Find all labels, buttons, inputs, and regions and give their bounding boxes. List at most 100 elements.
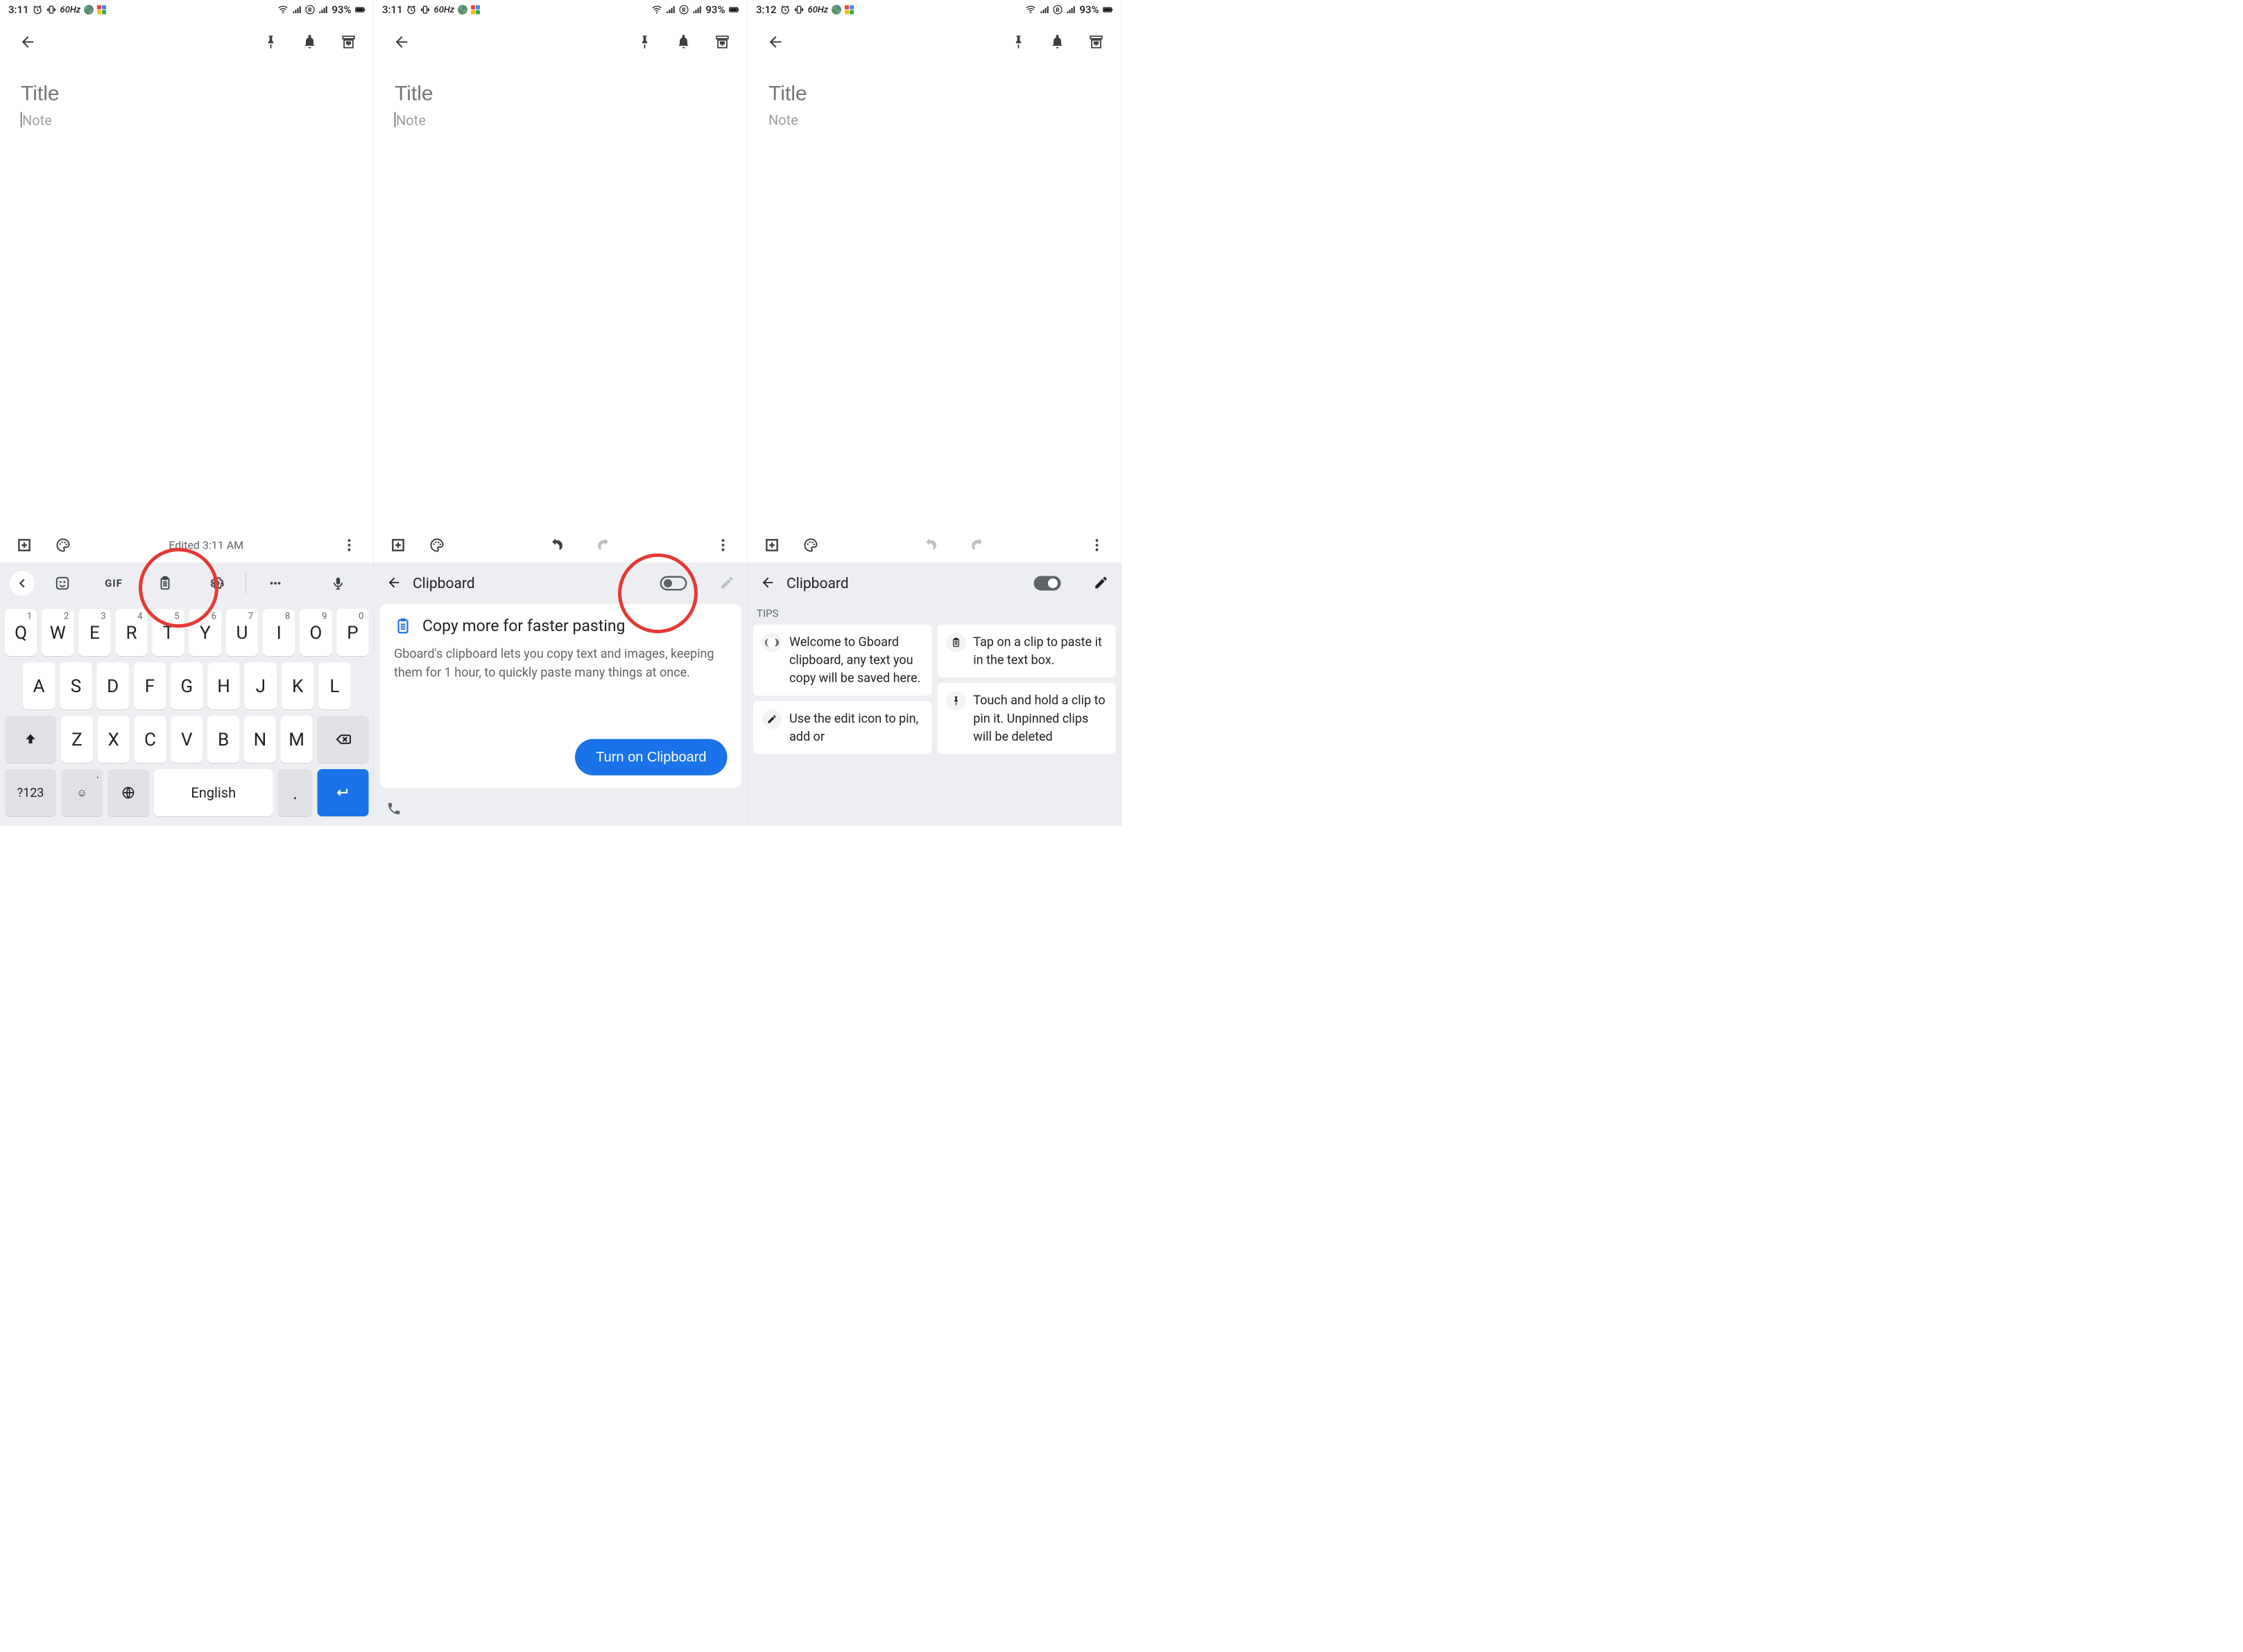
tip-card[interactable]: Touch and hold a clip to pin it. Unpinne… bbox=[937, 683, 1115, 754]
key-H[interactable]: H bbox=[207, 662, 239, 709]
screen-1: 3:11 60Hz R 93% bbox=[0, 0, 374, 826]
palette-button[interactable] bbox=[802, 536, 820, 554]
clipboard-title: Clipboard bbox=[787, 575, 1023, 592]
key-T[interactable]: T5 bbox=[153, 609, 184, 656]
key-C[interactable]: C bbox=[135, 716, 166, 763]
gboard-gif-button[interactable]: GIF bbox=[88, 562, 139, 604]
key-N[interactable]: N bbox=[244, 716, 276, 763]
gboard-sticker-button[interactable] bbox=[37, 562, 88, 604]
key-shift[interactable] bbox=[5, 716, 56, 763]
palette-button[interactable] bbox=[428, 536, 446, 554]
key-space[interactable]: English bbox=[154, 769, 273, 816]
tip-card[interactable]: Tap on a clip to paste it in the text bo… bbox=[937, 625, 1115, 678]
gboard-mic-button[interactable] bbox=[313, 562, 364, 604]
clipboard-promo-card: Copy more for faster pasting Gboard's cl… bbox=[380, 604, 741, 788]
pin-button[interactable] bbox=[633, 30, 658, 55]
archive-button[interactable] bbox=[1084, 30, 1109, 55]
status-bar: 3:11 60Hz R 93% bbox=[0, 0, 374, 19]
key-Q[interactable]: Q1 bbox=[5, 609, 37, 656]
redo-button bbox=[596, 536, 614, 554]
pin-button[interactable] bbox=[1006, 30, 1031, 55]
gboard-clipboard-button[interactable] bbox=[139, 562, 191, 604]
back-button[interactable] bbox=[389, 30, 414, 55]
key-O[interactable]: O9 bbox=[300, 609, 332, 656]
tip-card[interactable]: Welcome to Gboard clipboard, any text yo… bbox=[753, 625, 931, 696]
add-button[interactable] bbox=[763, 536, 781, 554]
tip-text: Welcome to Gboard clipboard, any text yo… bbox=[789, 633, 922, 687]
reminder-button[interactable] bbox=[671, 30, 696, 55]
wifi-icon bbox=[277, 5, 288, 15]
gboard-settings-button[interactable] bbox=[191, 562, 242, 604]
note-input[interactable]: Note bbox=[395, 108, 727, 129]
more-button[interactable] bbox=[341, 536, 359, 554]
phone-icon[interactable] bbox=[386, 801, 402, 818]
key-Z[interactable]: Z bbox=[61, 716, 93, 763]
clipboard-back-button[interactable] bbox=[386, 575, 402, 592]
status-hz: 60Hz bbox=[60, 5, 81, 15]
archive-button[interactable] bbox=[336, 30, 361, 55]
key-language[interactable] bbox=[108, 769, 149, 816]
archive-button[interactable] bbox=[710, 30, 735, 55]
palette-button[interactable] bbox=[54, 536, 72, 554]
add-button[interactable] bbox=[15, 536, 33, 554]
vibrate-icon bbox=[420, 5, 431, 15]
clipboard-back-button[interactable] bbox=[760, 575, 775, 592]
key-W[interactable]: W2 bbox=[42, 609, 74, 656]
key-L[interactable]: L bbox=[318, 662, 350, 709]
turn-on-clipboard-button[interactable]: Turn on Clipboard bbox=[575, 739, 727, 776]
key-R[interactable]: R4 bbox=[115, 609, 147, 656]
title-input[interactable] bbox=[21, 78, 353, 108]
title-input[interactable] bbox=[768, 78, 1101, 108]
back-button[interactable] bbox=[763, 30, 788, 55]
clipboard-toggle[interactable] bbox=[1034, 576, 1061, 591]
key-K[interactable]: K bbox=[282, 662, 313, 709]
gboard-more-button[interactable] bbox=[250, 562, 301, 604]
key-period[interactable]: . bbox=[278, 769, 313, 816]
key-P[interactable]: P0 bbox=[336, 609, 368, 656]
key-M[interactable]: M bbox=[281, 716, 313, 763]
clipboard-toggle[interactable] bbox=[660, 576, 687, 591]
key-A[interactable]: A bbox=[23, 662, 55, 709]
key-Y[interactable]: Y6 bbox=[189, 609, 221, 656]
key-X[interactable]: X bbox=[98, 716, 130, 763]
add-button[interactable] bbox=[389, 536, 407, 554]
signal-icon bbox=[665, 5, 676, 15]
note-input[interactable]: Note bbox=[768, 108, 1101, 129]
signal-icon-2 bbox=[691, 5, 702, 15]
key-J[interactable]: J bbox=[245, 662, 277, 709]
key-U[interactable]: U7 bbox=[226, 609, 258, 656]
key-backspace[interactable] bbox=[318, 716, 369, 763]
clipboard-edit-button[interactable] bbox=[1094, 575, 1109, 592]
key-D[interactable]: D bbox=[97, 662, 129, 709]
back-button[interactable] bbox=[15, 30, 40, 55]
key-V[interactable]: V bbox=[171, 716, 203, 763]
more-button[interactable] bbox=[1088, 536, 1106, 554]
key-emoji[interactable]: ☺, bbox=[61, 769, 103, 816]
undo-button[interactable] bbox=[547, 536, 565, 554]
note-input[interactable]: Note bbox=[21, 108, 353, 129]
key-F[interactable]: F bbox=[134, 662, 166, 709]
status-bar: 3:12 60Hz R 93% bbox=[748, 0, 1122, 19]
key-S[interactable]: S bbox=[60, 662, 92, 709]
pin-button[interactable] bbox=[259, 30, 284, 55]
clipboard-card-title: Copy more for faster pasting bbox=[422, 617, 625, 635]
key-symbols[interactable]: ?123 bbox=[5, 769, 56, 816]
key-E[interactable]: E3 bbox=[78, 609, 110, 656]
key-I[interactable]: I8 bbox=[263, 609, 295, 656]
status-bar: 3:11 60Hz R 93% bbox=[374, 0, 748, 19]
gboard-keyboard: Q1W2E3R4T5Y6U7I8O9P0 ASDFGHJKL ZXCVBNM ?… bbox=[0, 604, 374, 826]
key-B[interactable]: B bbox=[207, 716, 239, 763]
key-enter[interactable] bbox=[318, 769, 369, 816]
title-input[interactable] bbox=[395, 78, 727, 108]
reminder-button[interactable] bbox=[298, 30, 323, 55]
alarm-icon bbox=[33, 5, 43, 15]
gboard-clipboard-panel: Clipboard TIPS Welcome to Gboard clipboa… bbox=[748, 562, 1122, 826]
wifi-icon bbox=[651, 5, 662, 15]
more-button[interactable] bbox=[714, 536, 732, 554]
edit-bar: Edited 3:11 AM bbox=[0, 528, 374, 562]
gboard-collapse-button[interactable] bbox=[10, 571, 35, 596]
reminder-button[interactable] bbox=[1045, 30, 1070, 55]
tip-card[interactable]: Use the edit icon to pin, add or bbox=[753, 701, 931, 754]
status-battery-pct: 93% bbox=[705, 3, 725, 16]
key-G[interactable]: G bbox=[171, 662, 203, 709]
